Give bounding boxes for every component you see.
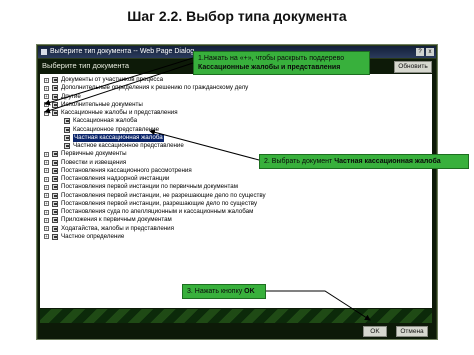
tree-item-label: Первичные документы xyxy=(61,150,127,158)
tree-item-label: Постановления первой инстанции по первич… xyxy=(61,183,238,191)
callout-step-3-bold: OK xyxy=(244,288,255,295)
document-type-icon xyxy=(52,110,58,116)
callout-step-3: 3. Нажать кнопку OK xyxy=(182,284,266,299)
document-type-tree[interactable]: + Документы от участников процесса + Дополн… xyxy=(40,74,432,308)
tree-item-label: Ходатайства, жалобы и представления xyxy=(61,224,174,232)
tree-item[interactable]: + Постановления надзорной инстанции xyxy=(42,175,432,183)
tree-item[interactable]: Частное кассационное представление xyxy=(42,142,432,150)
tree-item[interactable]: + Документы от участников процесса xyxy=(42,76,432,84)
tree-item-label: Постановления надзорной инстанции xyxy=(61,175,170,182)
document-type-icon xyxy=(64,134,70,141)
expand-plus-icon[interactable]: + xyxy=(44,94,49,99)
tree-item-label: Постановления кассационного рассмотрения xyxy=(61,166,192,174)
tree-item[interactable]: + Постановления суда по апелляционным и к… xyxy=(42,208,432,216)
tree-item-label: Кассационные жалобы и представления xyxy=(61,109,178,116)
tree-item-label: Частное кассационное представление xyxy=(73,142,184,149)
tree-item[interactable]: + Дополнительные определения к решению по… xyxy=(42,84,432,92)
tree-item[interactable]: + Частное определение xyxy=(42,233,432,241)
callout-step-1-text: 1.Нажать на «+», чтобы раскрыть поддерев… xyxy=(198,55,345,62)
expand-plus-icon[interactable]: + xyxy=(44,201,49,207)
ok-button[interactable]: OK xyxy=(363,326,387,337)
refresh-button[interactable]: Обновить xyxy=(394,61,432,73)
tree-item[interactable]: + Постановления первой инстанции по перви… xyxy=(42,183,432,191)
tree-item-label: Повестки и извещения xyxy=(61,158,127,166)
tree-item[interactable]: Частная кассационная жалоба xyxy=(42,133,432,142)
tree-item[interactable]: + Другие xyxy=(42,93,432,101)
tree-item-label: Документы от участников процесса xyxy=(61,76,164,83)
tree-item-label: Другие xyxy=(61,92,81,100)
document-type-icon xyxy=(52,167,58,174)
callout-step-1-bold: Кассационные жалобы и представления xyxy=(198,64,341,71)
expand-plus-icon[interactable]: + xyxy=(44,209,49,215)
callout-step-3-text: 3. Нажать кнопку xyxy=(187,288,243,295)
expand-plus-icon[interactable]: + xyxy=(44,176,49,182)
document-type-icon xyxy=(52,233,58,240)
document-type-icon xyxy=(52,159,58,166)
collapse-minus-icon[interactable]: − xyxy=(44,110,49,116)
tree-item[interactable]: + Исполнительные документы xyxy=(42,101,432,109)
tree-item[interactable]: Кассационная жалоба xyxy=(42,117,432,125)
document-type-icon xyxy=(52,192,58,199)
tree-item-label: Кассационная жалоба xyxy=(73,117,138,125)
tree-item-label: Исполнительные документы xyxy=(61,100,143,108)
help-icon[interactable]: ? xyxy=(416,48,424,56)
decorative-stripe xyxy=(40,309,432,323)
tree-item[interactable]: + Постановления первой инстанции, не разр… xyxy=(42,192,432,200)
document-type-icon xyxy=(64,126,70,133)
tree-item-label: Дополнительные определения к решению по … xyxy=(61,84,249,92)
expand-plus-icon[interactable]: + xyxy=(44,193,49,198)
document-type-icon xyxy=(52,200,58,207)
section-label: Выберите тип документа xyxy=(42,61,130,70)
tree-item[interactable]: Кассационное представление xyxy=(42,126,432,134)
slide-title: Шаг 2.2. Выбор типа документа xyxy=(127,8,347,24)
tree-item-label: Частное определение xyxy=(61,232,125,240)
document-type-icon xyxy=(52,209,58,215)
tree-item[interactable]: − Кассационные жалобы и представления xyxy=(42,109,432,117)
tree-item[interactable]: + Ходатайства, жалобы и представления xyxy=(42,225,432,233)
document-type-icon xyxy=(52,85,58,92)
dialog-title: Выберите тип документа -- Web Page Dialo… xyxy=(50,48,195,55)
document-type-icon xyxy=(52,77,58,83)
tree-item-label: Частная кассационная жалоба xyxy=(73,133,164,142)
document-type-icon xyxy=(52,217,58,224)
document-type-icon xyxy=(52,101,58,108)
tree-item-label: Приложения к первичным документам xyxy=(61,216,172,224)
tree-item-label: Кассационное представление xyxy=(73,125,160,133)
expand-plus-icon[interactable]: + xyxy=(44,77,49,83)
tree-item[interactable]: + Постановления первой инстанции, разреша… xyxy=(42,200,432,208)
document-type-icon xyxy=(52,176,58,182)
tree-item[interactable]: + Приложения к первичным документам xyxy=(42,216,432,224)
callout-step-2-bold: Частная кассационная жалоба xyxy=(334,158,441,165)
expand-plus-icon[interactable]: + xyxy=(44,184,49,190)
callout-step-2: 2. Выбрать документ Частная кассационная… xyxy=(259,154,469,169)
document-type-icon xyxy=(52,225,58,232)
document-type-icon xyxy=(52,151,58,158)
document-type-icon xyxy=(64,143,70,149)
expand-plus-icon[interactable]: + xyxy=(44,234,49,240)
tree-item-label: Постановления суда по апелляционным и ка… xyxy=(61,208,254,215)
document-type-icon xyxy=(52,93,58,100)
expand-plus-icon[interactable]: + xyxy=(44,85,49,91)
expand-plus-icon[interactable]: + xyxy=(44,217,49,223)
window-icon xyxy=(41,49,47,55)
callout-step-1: 1.Нажать на «+», чтобы раскрыть поддерев… xyxy=(193,51,370,75)
callout-step-2-text: 2. Выбрать документ xyxy=(264,158,333,165)
document-type-icon xyxy=(52,184,58,191)
expand-plus-icon[interactable]: + xyxy=(44,151,49,157)
cancel-button[interactable]: Отмена xyxy=(396,326,428,337)
close-icon[interactable]: x xyxy=(426,48,434,56)
expand-plus-icon[interactable]: + xyxy=(44,168,49,174)
tree-item-label: Постановления первой инстанции, разрешаю… xyxy=(61,199,258,207)
tree-item-label: Постановления первой инстанции, не разре… xyxy=(61,191,266,199)
document-type-icon xyxy=(64,118,70,125)
expand-plus-icon[interactable]: + xyxy=(44,102,49,108)
expand-plus-icon[interactable]: + xyxy=(44,160,49,165)
expand-plus-icon[interactable]: + xyxy=(44,226,49,231)
